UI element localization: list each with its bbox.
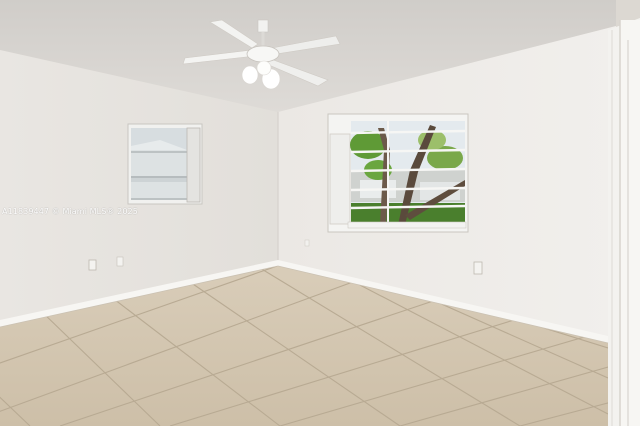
outlet-back <box>473 261 483 275</box>
room-photo: A11839447 © Miami MLS® 2025 <box>0 0 640 426</box>
mls-watermark: A11839447 © Miami MLS® 2025 <box>2 207 138 216</box>
right-window <box>327 113 469 233</box>
outlet-left-1 <box>88 259 97 271</box>
wall-plate-small <box>304 239 310 247</box>
closet-door <box>620 20 640 426</box>
left-window <box>127 123 203 205</box>
outlet-left-2 <box>116 256 124 267</box>
